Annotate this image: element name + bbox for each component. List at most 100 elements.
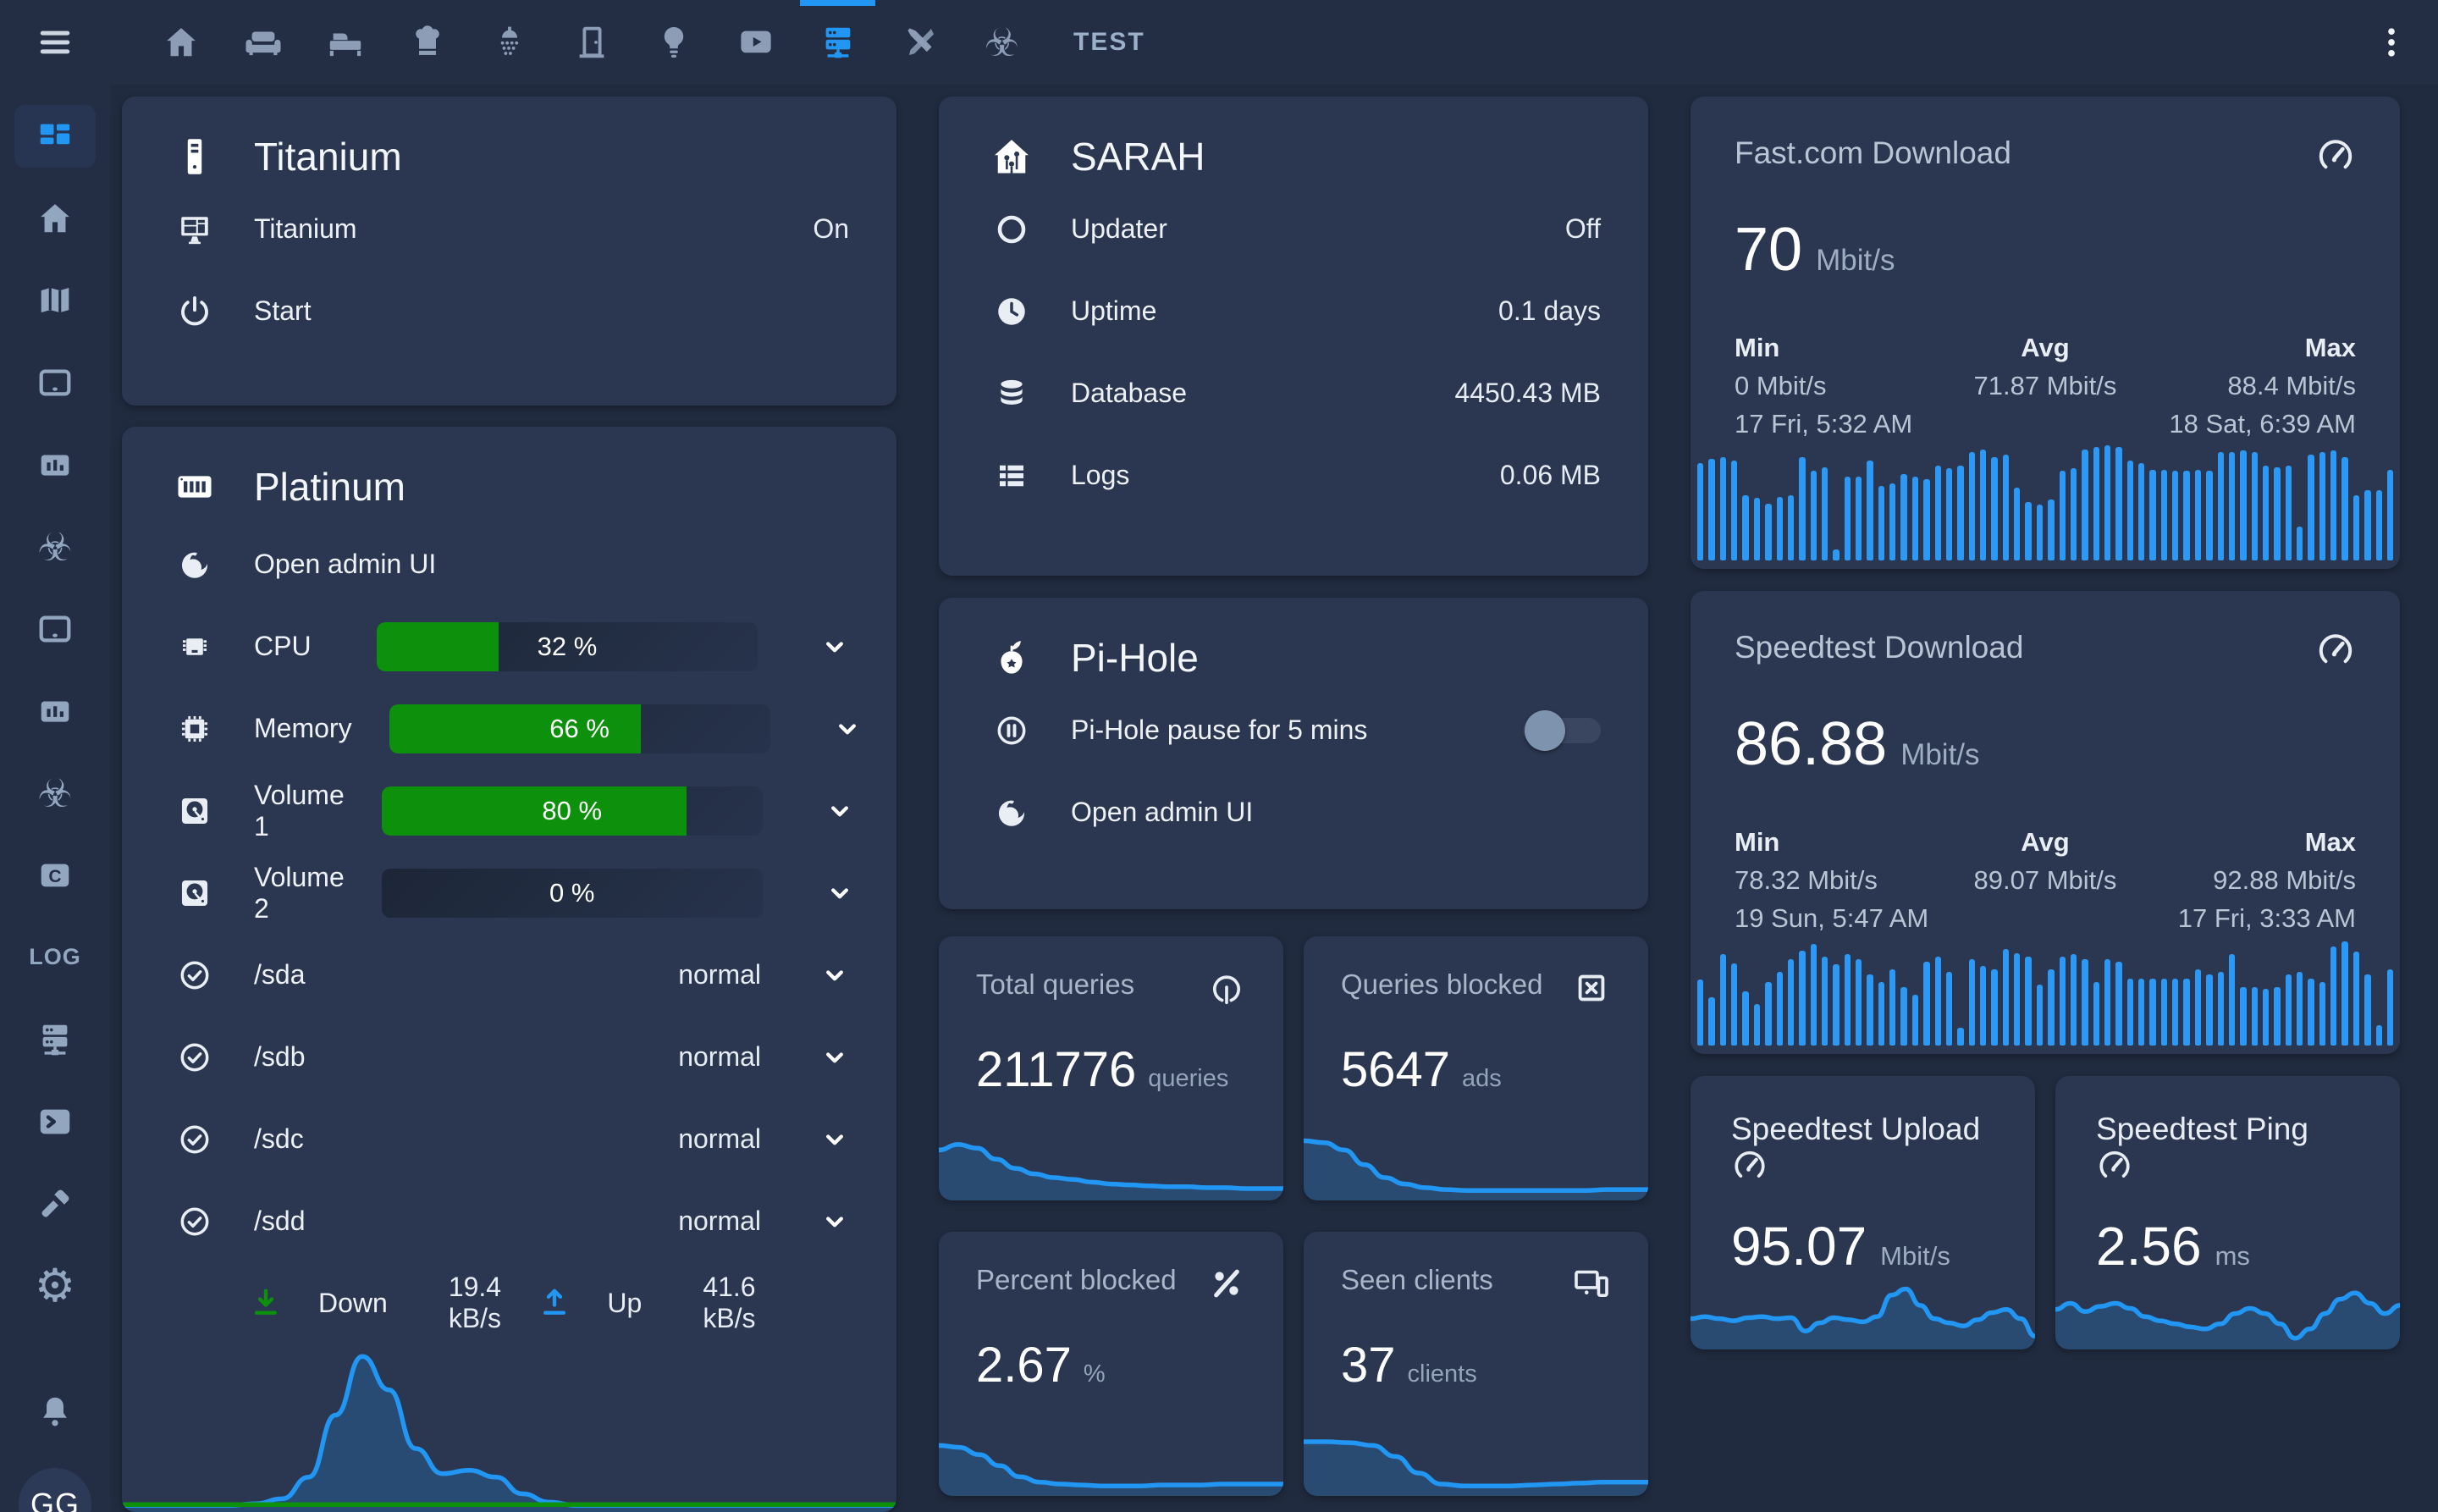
open-admin-ui-row[interactable]: Open admin UI (939, 771, 1648, 853)
stat-title: Seen clients (1341, 1264, 1493, 1296)
tab-lights[interactable] (632, 0, 714, 85)
open-admin-ui-row[interactable]: Open admin UI (122, 523, 896, 605)
network-history-chart (122, 1330, 896, 1512)
tab-bedroom[interactable] (304, 0, 386, 85)
entity-label: Database (1071, 378, 1187, 409)
speed-value-group: 70Mbit/s (1735, 215, 2356, 284)
entity-label: Uptime (1071, 295, 1156, 327)
overflow-menu-button[interactable] (2345, 0, 2438, 85)
tab-tools[interactable] (879, 0, 961, 85)
speedtest-ping-card[interactable]: Speedtest Ping 2.56ms (2055, 1076, 2400, 1349)
tab-bathroom[interactable] (468, 0, 550, 85)
disk-label: /sdc (254, 1123, 304, 1155)
disk-row-sdb[interactable]: /sdb normal (122, 1016, 896, 1098)
memory-meter-row[interactable]: Memory 66 % (122, 687, 896, 770)
expand-chevron[interactable] (825, 879, 854, 908)
expand-chevron[interactable] (820, 961, 849, 990)
disk-row-sda[interactable]: /sda normal (122, 934, 896, 1016)
speedtest-upload-card[interactable]: Speedtest Upload 95.07Mbit/s (1691, 1076, 2035, 1349)
gauge-icon (2315, 135, 2356, 176)
disk-row-sdc[interactable]: /sdc normal (122, 1098, 896, 1180)
pihole-pause-toggle[interactable] (1523, 718, 1601, 743)
stat-value-group: 5647ads (1341, 1041, 1611, 1098)
entity-row-titanium-switch[interactable]: Titanium On (122, 188, 896, 270)
sidebar-item-map[interactable] (0, 259, 110, 341)
sidebar-item-notifications[interactable] (0, 1371, 110, 1453)
fastcom-download-card[interactable]: Fast.com Download 70Mbit/s Min 0 Mbit/s … (1691, 97, 2400, 569)
expand-chevron[interactable] (820, 1043, 849, 1072)
sidebar-item-tablet[interactable] (0, 341, 110, 423)
disk-label: /sdb (254, 1041, 305, 1073)
tab-home[interactable] (140, 0, 222, 85)
entity-row-uptime[interactable]: Uptime 0.1 days (939, 270, 1648, 352)
entity-row-database[interactable]: Database 4450.43 MB (939, 352, 1648, 434)
biohazard-icon: ☣ (37, 774, 72, 813)
card-title: Fast.com Download (1735, 135, 2011, 171)
platinum-card-header: Platinum (122, 427, 896, 523)
tab-living-room[interactable] (222, 0, 304, 85)
seen-clients-card[interactable]: Seen clients 37clients (1304, 1232, 1648, 1496)
tab-media[interactable] (714, 0, 797, 85)
pihole-card-header: Pi-Hole (939, 598, 1648, 689)
card-title: Speedtest Download (1735, 630, 2023, 665)
upload-group: Up 41.6 kB/s (538, 1272, 795, 1334)
sidebar-item-settings[interactable]: ⚙ (0, 1244, 110, 1327)
sidebar-item-stats-2[interactable] (0, 670, 110, 752)
biohazard-icon: ☣ (985, 23, 1019, 62)
sidebar-item-biohazard[interactable]: ☣ (0, 505, 110, 588)
card-title: SARAH (1071, 134, 1205, 179)
sidebar-item-developer-tools[interactable] (0, 1162, 110, 1244)
disk-row-sdd[interactable]: /sdd normal (122, 1180, 896, 1262)
queries-blocked-card[interactable]: Queries blocked 5647ads (1304, 936, 1648, 1200)
entity-row-updater[interactable]: Updater Off (939, 188, 1648, 270)
bed-icon (326, 23, 365, 62)
expand-chevron[interactable] (833, 715, 862, 743)
disk-state: normal (678, 959, 761, 991)
tab-biohazard[interactable]: ☣ (961, 0, 1043, 85)
harddisk-icon (177, 793, 212, 829)
entity-row-start-button[interactable]: Start (122, 270, 896, 352)
percent-icon (1207, 1264, 1246, 1303)
check-circle-icon (177, 1122, 212, 1157)
entity-row-logs[interactable]: Logs 0.06 MB (939, 434, 1648, 516)
sidebar-item-tablet-2[interactable] (0, 588, 110, 670)
sidebar-item-dashboard[interactable] (0, 95, 110, 177)
speedtest-download-card[interactable]: Speedtest Download 86.88Mbit/s Min 78.32… (1691, 591, 2400, 1054)
speed-value-group: 86.88Mbit/s (1735, 709, 2356, 779)
spacer (1691, 569, 2400, 591)
tab-test[interactable]: TEST (1043, 0, 1176, 85)
tab-nas[interactable] (797, 0, 879, 85)
user-avatar[interactable]: GG (19, 1468, 91, 1512)
sidebar-item-stats[interactable] (0, 423, 110, 505)
entity-label: Start (254, 295, 312, 327)
close-box-icon (1572, 968, 1611, 1007)
sidebar-item-terminal[interactable] (0, 1080, 110, 1162)
volume2-meter-row[interactable]: Volume 2 0 % (122, 852, 896, 934)
pi-hole-icon (990, 636, 1034, 680)
sidebar-item-home[interactable] (0, 177, 110, 259)
cpu-meter-row[interactable]: CPU 32 % (122, 605, 896, 687)
action-label: Open admin UI (254, 549, 436, 580)
shower-icon (490, 23, 529, 62)
tab-kitchen[interactable] (386, 0, 468, 85)
sidebar-item-biohazard-2[interactable]: ☣ (0, 752, 110, 834)
volume1-meter-row[interactable]: Volume 1 80 % (122, 770, 896, 852)
sidebar-item-c[interactable]: C (0, 834, 110, 916)
chart-box-icon (36, 445, 74, 484)
percent-blocked-sparkline (939, 1396, 1283, 1496)
expand-chevron[interactable] (820, 1207, 849, 1236)
check-circle-icon (177, 957, 212, 993)
memory-icon (177, 711, 212, 747)
expand-chevron[interactable] (820, 632, 849, 661)
tab-door[interactable] (550, 0, 632, 85)
hamburger-menu-button[interactable] (0, 0, 110, 85)
expand-chevron[interactable] (820, 1125, 849, 1154)
expand-chevron[interactable] (825, 797, 854, 825)
log-icon: LOG (29, 944, 81, 970)
pihole-pause-row[interactable]: Pi-Hole pause for 5 mins (939, 689, 1648, 771)
sidebar-item-nas[interactable] (0, 998, 110, 1080)
percent-blocked-card[interactable]: Percent blocked 2.67% (939, 1232, 1283, 1496)
stat-value: 2.67 (976, 1337, 1072, 1393)
sidebar-item-log[interactable]: LOG (0, 916, 110, 998)
total-queries-card[interactable]: Total queries 211776queries (939, 936, 1283, 1200)
